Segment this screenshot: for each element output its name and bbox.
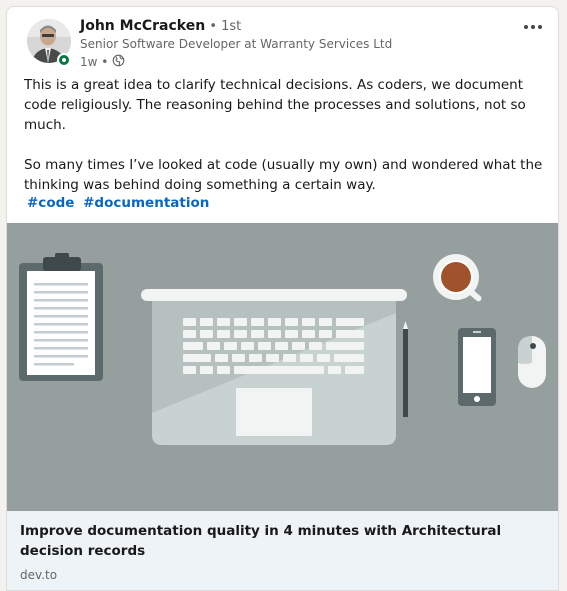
hashtag-code[interactable]: #code: [27, 195, 74, 211]
post-meta: 1w •: [80, 54, 125, 70]
post-paragraph: This is a great idea to clarify technica…: [24, 77, 526, 133]
more-options-icon[interactable]: [517, 17, 549, 37]
author-headline: Senior Software Developer at Warranty Se…: [80, 37, 393, 51]
online-status-indicator: [57, 53, 71, 67]
pen-illustration: [403, 321, 408, 417]
author-name[interactable]: John McCracken: [80, 18, 205, 34]
coffee-cup-illustration: [433, 254, 482, 302]
link-preview-title[interactable]: Improve documentation quality in 4 minut…: [20, 521, 520, 561]
post-time: 1w •: [80, 55, 109, 69]
author-name-line[interactable]: John McCracken • 1st: [80, 18, 241, 34]
link-preview-image[interactable]: [7, 223, 558, 511]
mouse-illustration: [518, 336, 546, 388]
phone-illustration: [458, 328, 496, 406]
post-body: This is a great idea to clarify technica…: [24, 75, 544, 195]
post-paragraph: So many times I’ve looked at code (usual…: [24, 157, 543, 193]
hashtag-documentation[interactable]: #documentation: [83, 195, 209, 211]
laptop-illustration: [141, 289, 407, 445]
link-preview-source: dev.to: [20, 568, 58, 582]
hashtags: #code #documentation: [27, 195, 213, 211]
globe-icon: [112, 54, 125, 70]
clipboard-illustration: [19, 253, 103, 381]
feed-post-card: John McCracken • 1st Senior Software Dev…: [6, 6, 559, 591]
connection-degree: • 1st: [205, 19, 242, 34]
